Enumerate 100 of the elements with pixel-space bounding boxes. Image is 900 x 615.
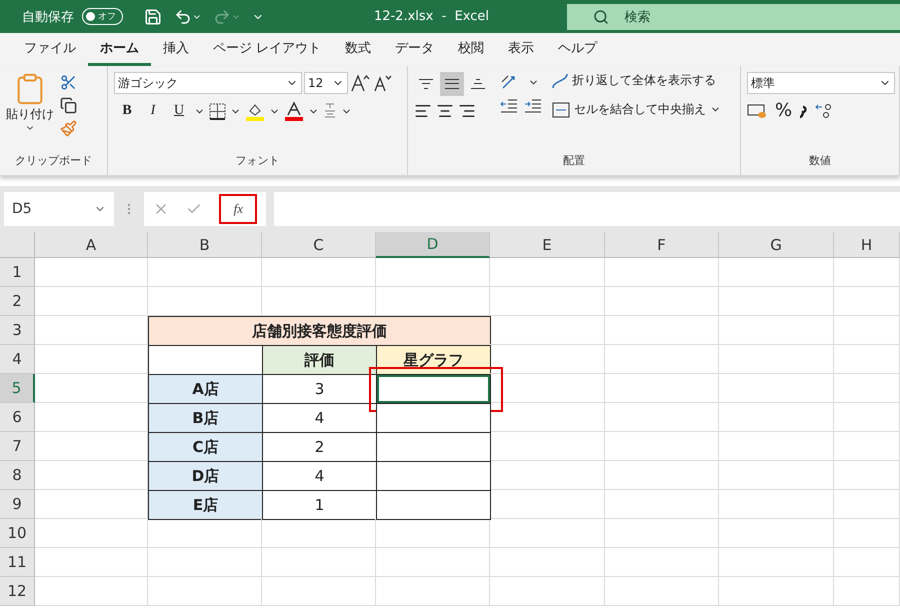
ribbon-tab[interactable]: 校閲 <box>446 33 496 66</box>
align-right-icon[interactable] <box>458 102 476 120</box>
sheet-cell[interactable] <box>605 577 719 606</box>
select-all-corner[interactable] <box>0 232 35 258</box>
column-header[interactable]: C <box>262 232 376 258</box>
sheet-cell[interactable] <box>605 316 719 345</box>
name-box[interactable]: D5 <box>4 192 114 226</box>
row-header[interactable]: 1 <box>0 258 35 287</box>
table-cell[interactable] <box>376 403 491 433</box>
formula-input-field[interactable] <box>274 192 900 226</box>
row-header[interactable]: 2 <box>0 287 35 316</box>
row-header[interactable]: 3 <box>0 316 35 345</box>
sheet-cell[interactable] <box>148 258 262 287</box>
sheet-cell[interactable] <box>490 519 605 548</box>
sheet-cell[interactable] <box>262 258 376 287</box>
sheet-cell[interactable] <box>834 577 900 606</box>
vertical-align-button[interactable] <box>440 72 464 96</box>
ribbon-tab[interactable]: ファイル <box>12 33 88 66</box>
sheet-cell[interactable] <box>35 258 148 287</box>
sheet-cell[interactable] <box>490 403 605 432</box>
sheet-cell[interactable] <box>719 461 834 490</box>
scissors-icon[interactable] <box>60 74 77 91</box>
sheet-cell[interactable] <box>834 461 900 490</box>
sheet-cell[interactable] <box>376 577 490 606</box>
merge-center-button[interactable]: セルを結合して中央揃え <box>552 101 721 118</box>
sheet-cell[interactable] <box>490 316 605 345</box>
undo-icon[interactable] <box>174 8 192 26</box>
sheet-cell[interactable] <box>719 577 834 606</box>
column-header[interactable]: H <box>834 232 900 258</box>
italic-button[interactable]: I <box>142 100 164 122</box>
autosave-toggle[interactable]: オフ <box>82 8 123 25</box>
sheet-cell[interactable] <box>262 577 376 606</box>
sheet-cell[interactable] <box>490 577 605 606</box>
sheet-cell[interactable] <box>376 548 490 577</box>
sheet-cell[interactable] <box>605 403 719 432</box>
align-left-icon[interactable] <box>414 102 432 120</box>
align-center-icon[interactable] <box>436 102 454 120</box>
column-header[interactable]: D <box>376 232 490 258</box>
sheet-cell[interactable] <box>35 519 148 548</box>
percent-button[interactable]: % <box>775 100 792 121</box>
ribbon-tab[interactable]: 数式 <box>333 33 384 66</box>
row-header[interactable]: 8 <box>0 461 35 490</box>
copy-icon[interactable] <box>60 97 77 114</box>
ribbon-tab[interactable]: 表示 <box>496 33 546 66</box>
sheet-cell[interactable] <box>605 287 719 316</box>
sheet-cell[interactable] <box>834 374 900 403</box>
column-header[interactable]: A <box>35 232 148 258</box>
sheet-cell[interactable] <box>834 519 900 548</box>
sheet-cell[interactable] <box>719 490 834 519</box>
redo-icon[interactable] <box>212 8 231 26</box>
sheet-cell[interactable] <box>148 519 262 548</box>
sheet-cell[interactable] <box>719 403 834 432</box>
table-cell[interactable] <box>376 490 491 520</box>
sheet-cell[interactable] <box>834 490 900 519</box>
sheet-cell[interactable] <box>719 345 834 374</box>
sheet-cell[interactable] <box>605 519 719 548</box>
sheet-cell[interactable] <box>35 287 148 316</box>
search-field[interactable]: 検索 <box>566 4 900 30</box>
sheet-cell[interactable] <box>834 548 900 577</box>
sheet-cell[interactable] <box>719 548 834 577</box>
sheet-cell[interactable] <box>490 345 605 374</box>
decrease-indent-icon[interactable] <box>500 98 518 114</box>
sheet-cell[interactable] <box>834 316 900 345</box>
sheet-cell[interactable] <box>376 519 490 548</box>
bold-button[interactable]: B <box>116 100 138 122</box>
row-header[interactable]: 11 <box>0 548 35 577</box>
sheet-cell[interactable] <box>834 403 900 432</box>
font-name-dropdown[interactable]: 游ゴシック <box>114 72 302 94</box>
row-header[interactable]: 4 <box>0 345 35 374</box>
sheet-cell[interactable] <box>605 432 719 461</box>
sheet-cell[interactable] <box>148 577 262 606</box>
sheet-cell[interactable] <box>719 258 834 287</box>
sheet-cell[interactable] <box>605 461 719 490</box>
font-shrink-icon[interactable] <box>372 73 392 93</box>
sheet-cell[interactable] <box>605 345 719 374</box>
sheet-cell[interactable] <box>834 258 900 287</box>
sheet-cell[interactable] <box>262 519 376 548</box>
sheet-cell[interactable] <box>605 548 719 577</box>
sheet-cell[interactable] <box>834 432 900 461</box>
font-color-icon[interactable] <box>284 101 304 121</box>
sheet-cell[interactable] <box>35 548 148 577</box>
row-header[interactable]: 6 <box>0 403 35 432</box>
increase-indent-icon[interactable] <box>524 98 542 114</box>
row-header[interactable]: 10 <box>0 519 35 548</box>
sheet-cell[interactable] <box>834 287 900 316</box>
row-header[interactable]: 5 <box>0 374 35 403</box>
sheet-cell[interactable] <box>490 490 605 519</box>
sheet-cell[interactable] <box>376 258 490 287</box>
column-header[interactable]: E <box>490 232 605 258</box>
table-cell[interactable] <box>376 374 491 404</box>
sheet-cell[interactable] <box>605 490 719 519</box>
sheet-cell[interactable] <box>834 345 900 374</box>
wrap-text-button[interactable]: 折り返して全体を表示する <box>552 72 721 89</box>
number-format-dropdown[interactable]: 標準 <box>747 72 895 94</box>
column-header[interactable]: F <box>605 232 719 258</box>
ribbon-tab[interactable]: ページ レイアウト <box>201 33 334 66</box>
sheet-cell[interactable] <box>490 258 605 287</box>
ribbon-tab[interactable]: データ <box>383 33 446 66</box>
sheet-cell[interactable] <box>605 258 719 287</box>
sheet-cell[interactable] <box>490 287 605 316</box>
